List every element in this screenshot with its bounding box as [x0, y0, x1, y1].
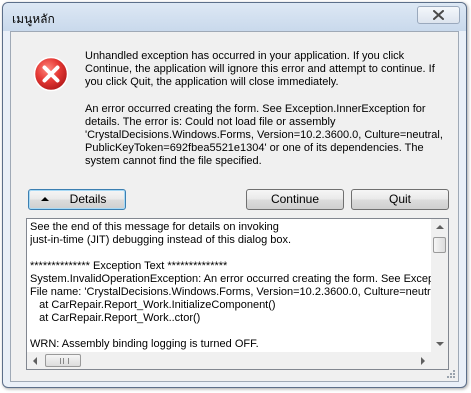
- details-line: WRN: Assembly binding logging is turned …: [30, 338, 259, 350]
- message-paragraph-2: An error occurred creating the form. See…: [85, 102, 443, 168]
- scroll-down-arrow-icon[interactable]: [436, 342, 444, 346]
- vertical-scroll-thumb[interactable]: [433, 237, 446, 253]
- scrollbar-corner: [431, 352, 448, 369]
- horizontal-scroll-thumb[interactable]: [45, 354, 81, 367]
- scroll-left-arrow-icon[interactable]: [33, 357, 37, 365]
- close-icon: [433, 10, 444, 20]
- quit-button[interactable]: Quit: [351, 189, 449, 210]
- scroll-right-arrow-icon[interactable]: [421, 357, 425, 365]
- details-line: ************** Exception Text **********…: [30, 260, 228, 272]
- details-text: See the end of this message for details …: [30, 221, 432, 353]
- error-message: Unhandled exception has occurred in your…: [85, 50, 455, 169]
- details-button-label: Details: [69, 192, 107, 206]
- title-bar[interactable]: เมนูหลัก: [3, 3, 466, 31]
- details-line: at CarRepair.Report_Work..ctor(): [30, 312, 201, 324]
- message-paragraph-1: Unhandled exception has occurred in your…: [85, 50, 435, 89]
- dialog-body: Unhandled exception has occurred in your…: [10, 31, 459, 382]
- details-line: See the end of this message for details …: [30, 221, 279, 233]
- details-textbox[interactable]: See the end of this message for details …: [26, 218, 449, 370]
- scroll-up-arrow-icon[interactable]: [436, 225, 444, 229]
- vertical-scrollbar[interactable]: [431, 219, 448, 352]
- details-line: at CarRepair.Report_Work.InitializeCompo…: [30, 299, 276, 311]
- window-title: เมนูหลัก: [12, 12, 55, 26]
- close-button[interactable]: [417, 6, 460, 24]
- dialog-window: เมนูหลัก Unhandled exception has occurre…: [2, 2, 467, 388]
- details-line: just-in-time (JIT) debugging instead of …: [30, 234, 292, 246]
- expand-arrow-icon: [41, 197, 49, 201]
- details-line: File name: 'CrystalDecisions.Windows.For…: [30, 286, 432, 298]
- error-icon: [33, 56, 69, 92]
- resize-grip-icon[interactable]: [446, 369, 456, 379]
- details-line: System.InvalidOperationException: An err…: [30, 273, 432, 285]
- continue-button[interactable]: Continue: [246, 189, 344, 210]
- grip-icon: [60, 358, 69, 364]
- details-button[interactable]: Details: [28, 189, 126, 210]
- horizontal-scrollbar[interactable]: [27, 352, 431, 369]
